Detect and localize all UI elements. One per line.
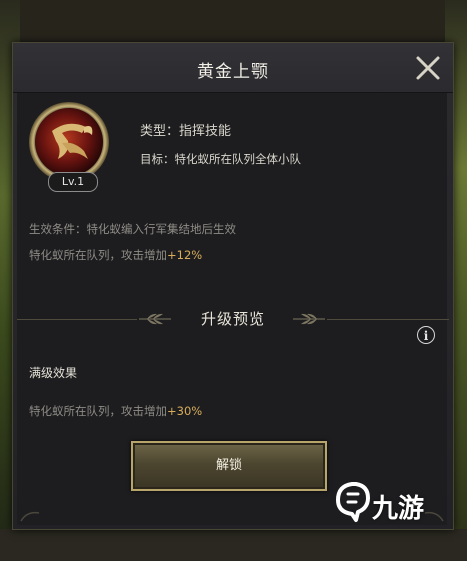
skill-effect: 特化蚁所在队列，攻击增加+12% <box>29 247 202 263</box>
skill-type: 类型：指挥技能 <box>140 124 232 139</box>
max-level-label: 满级效果 <box>29 366 78 380</box>
max-level-effect-value: +30% <box>167 404 203 418</box>
skill-target: 目标：特化蚁所在队列全体小队 <box>140 152 301 166</box>
info-icon[interactable]: i <box>417 326 435 344</box>
skill-icon-frame <box>28 101 110 183</box>
background-top <box>0 0 467 42</box>
level-badge: Lv.1 <box>48 172 98 192</box>
skill-effect-text: 特化蚁所在队列，攻击增加 <box>29 248 167 262</box>
dialog-title: 黄金上颚 <box>197 62 269 82</box>
background-bottom <box>0 529 467 561</box>
divider-right <box>327 319 449 320</box>
title-bar: 黄金上颚 <box>13 43 453 93</box>
unlock-button[interactable]: 解锁 <box>131 441 327 491</box>
skill-condition: 生效条件：特化蚁编入行军集结地后生效 <box>29 222 236 236</box>
max-level-effect: 特化蚁所在队列，攻击增加+30% <box>29 403 202 419</box>
close-button[interactable] <box>413 53 443 83</box>
skill-effect-value: +12% <box>167 248 203 262</box>
skill-dialog: 黄金上颚 Lv.1 类型：指挥技能 目标：特化蚁所在队列全体小队 生效条件：特化… <box>12 42 454 530</box>
corner-ornament-left-icon <box>20 511 40 522</box>
laurel-right-icon <box>293 313 325 325</box>
close-icon <box>416 56 440 80</box>
watermark-text: 九游 <box>372 494 425 524</box>
golden-mandible-icon <box>29 102 109 182</box>
max-level-effect-text: 特化蚁所在队列，攻击增加 <box>29 404 167 418</box>
